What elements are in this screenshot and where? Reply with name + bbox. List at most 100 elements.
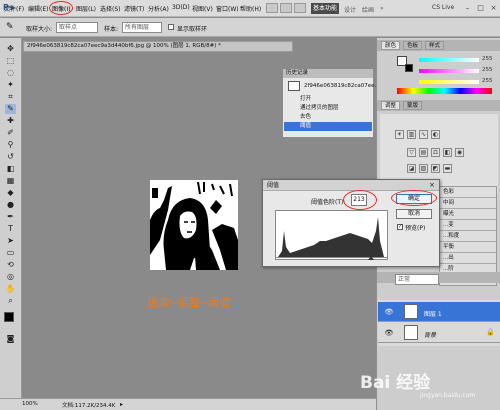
eraser-tool-icon[interactable]: ◧ (5, 164, 16, 174)
menu-3d[interactable]: 3D(D) (172, 4, 190, 11)
green-value[interactable]: 255 (482, 67, 493, 73)
healing-tool-icon[interactable]: ✚ (5, 116, 16, 126)
workspace-painting-link[interactable]: 绘画 (362, 5, 374, 14)
red-value[interactable]: 255 (482, 56, 493, 62)
document-tab[interactable]: 2f946e063819c82ca07eec9a3d440bf6.jpg @ 1… (23, 41, 293, 52)
tab-masks[interactable]: 蒙版 (403, 101, 423, 110)
threshold-slider-handle[interactable] (368, 256, 374, 260)
sample-select[interactable]: 所有图层 (122, 22, 162, 33)
history-item-desaturate[interactable]: 去色 (284, 113, 372, 122)
show-ring-checkbox[interactable] (168, 24, 174, 30)
dialog-close-button[interactable]: × (427, 181, 437, 190)
blue-slider[interactable] (419, 80, 479, 84)
menu-file[interactable]: 文件(F) (4, 4, 24, 13)
maximize-button[interactable]: □ (474, 3, 487, 14)
photo-filter-icon[interactable]: ◉ (455, 148, 464, 157)
bridge-icon[interactable] (266, 3, 278, 13)
black-white-icon[interactable]: ◧ (443, 148, 452, 157)
zoom-level[interactable]: 100% (22, 401, 38, 407)
menu-analysis[interactable]: 分析(A) (148, 4, 169, 13)
pen-tool-icon[interactable]: ✒ (5, 212, 16, 222)
quick-mask-icon[interactable]: ◙ (5, 334, 16, 344)
menu-help[interactable]: 帮助(H) (240, 4, 261, 13)
path-select-tool-icon[interactable]: ➤ (5, 236, 16, 246)
eye-icon[interactable]: 👁 (384, 308, 394, 316)
crop-tool-icon[interactable]: ⌗ (5, 92, 16, 102)
history-brush-tool-icon[interactable]: ↺ (5, 152, 16, 162)
brightness-icon[interactable]: ☀ (395, 130, 404, 139)
minibridge-icon[interactable] (280, 3, 292, 13)
blur-tool-icon[interactable]: ◆ (5, 188, 16, 198)
panel-background-swatch[interactable] (405, 64, 413, 72)
workspace-more-link[interactable]: » (380, 5, 384, 12)
tab-swatches[interactable]: 色板 (403, 41, 423, 50)
clone-stamp-tool-icon[interactable]: ⚲ (5, 140, 16, 150)
gradient-tool-icon[interactable]: ▦ (5, 176, 16, 186)
sample-size-select[interactable]: 取样点 (56, 22, 98, 33)
menu-view[interactable]: 视图(V) (192, 4, 213, 13)
zoom-level-icon[interactable] (294, 3, 306, 13)
preset-row[interactable]: ...和度 (440, 231, 496, 242)
type-tool-icon[interactable]: T (5, 224, 16, 234)
quick-select-tool-icon[interactable]: ✦ (5, 80, 16, 90)
menu-layer[interactable]: 图层(L) (76, 4, 96, 13)
zoom-tool-icon[interactable]: ⌕ (5, 296, 16, 306)
marquee-tool-icon[interactable]: ⬚ (5, 56, 16, 66)
3d-orbit-tool-icon[interactable]: ◎ (5, 272, 16, 282)
lasso-tool-icon[interactable]: ◌ (5, 68, 16, 78)
threshold-histogram[interactable] (275, 210, 388, 260)
tab-styles[interactable]: 样式 (425, 41, 445, 50)
minimize-button[interactable]: – (461, 3, 474, 14)
workspace-essentials-button[interactable]: 基本功能 (311, 3, 339, 14)
status-arrow-icon[interactable]: ▸ (120, 401, 123, 408)
blue-value[interactable]: 255 (482, 78, 493, 84)
exposure-icon[interactable]: ◐ (431, 130, 440, 139)
brush-tool-icon[interactable]: ✐ (5, 128, 16, 138)
3d-rotate-tool-icon[interactable]: ⟲ (5, 260, 16, 270)
blend-mode-select[interactable]: 正常 (395, 274, 439, 285)
close-button[interactable]: × (487, 3, 500, 14)
menu-filter[interactable]: 滤镜(T) (124, 4, 144, 13)
workspace-design-link[interactable]: 设计 (344, 5, 356, 14)
levels-icon[interactable]: ▥ (407, 130, 416, 139)
tab-color[interactable]: 颜色 (381, 41, 401, 50)
preset-row[interactable]: ...变 (440, 220, 496, 231)
menu-window[interactable]: 窗口(W) (216, 4, 239, 13)
vibrance-icon[interactable]: ▽ (407, 148, 416, 157)
history-item-open[interactable]: 打开 (284, 95, 372, 104)
hand-tool-icon[interactable]: ✋ (5, 284, 16, 294)
dodge-tool-icon[interactable]: ● (5, 200, 16, 210)
invert-icon[interactable]: ◪ (407, 164, 416, 173)
curves-icon[interactable]: ∿ (419, 130, 428, 139)
history-item-threshold[interactable]: 阈值 (284, 122, 372, 131)
tab-adjustments[interactable]: 调整 (381, 101, 401, 110)
gradient-map-icon[interactable]: ▬ (443, 164, 452, 173)
eyedropper-tool-icon[interactable]: ✎ (5, 104, 16, 114)
shape-tool-icon[interactable]: ▭ (5, 248, 16, 258)
color-balance-icon[interactable]: ⚖ (431, 148, 440, 157)
preset-row[interactable]: 曝光 (440, 209, 496, 220)
hue-saturation-icon[interactable]: ▤ (419, 148, 428, 157)
menu-edit[interactable]: 编辑(E) (28, 4, 48, 13)
threshold-icon[interactable]: ◩ (431, 164, 440, 173)
layer-row-background[interactable]: 👁 背景 🔒 (378, 323, 500, 343)
preset-row[interactable]: 平衡 (440, 242, 496, 253)
foreground-color-swatch[interactable] (4, 312, 14, 322)
preset-row[interactable]: ...出 (440, 253, 496, 264)
posterize-icon[interactable]: ▨ (419, 164, 428, 173)
eyedropper-tool-icon[interactable]: ✎ (6, 22, 18, 33)
preset-row[interactable]: 中间 (440, 198, 496, 209)
move-tool-icon[interactable]: ✥ (5, 44, 16, 54)
green-slider[interactable] (419, 69, 479, 73)
document-info[interactable]: 文档:117.2K/234.4K (62, 401, 115, 409)
cs-live-button[interactable]: CS Live (432, 4, 454, 11)
cancel-button[interactable]: 取消 (396, 209, 432, 219)
eye-icon[interactable]: 👁 (384, 329, 394, 337)
history-item-layer-via-copy[interactable]: 通过拷贝的图层 (284, 104, 372, 113)
preview-checkbox[interactable]: ✓ (397, 224, 403, 230)
preset-row[interactable]: 色彩 (440, 187, 496, 198)
layer-row-layer1[interactable]: 👁 图层 1 (378, 302, 500, 322)
menu-select[interactable]: 选择(S) (100, 4, 121, 13)
history-snapshot[interactable]: 2f946e063819c82ca07ee... (284, 79, 380, 93)
color-spectrum-ramp[interactable] (397, 88, 492, 94)
